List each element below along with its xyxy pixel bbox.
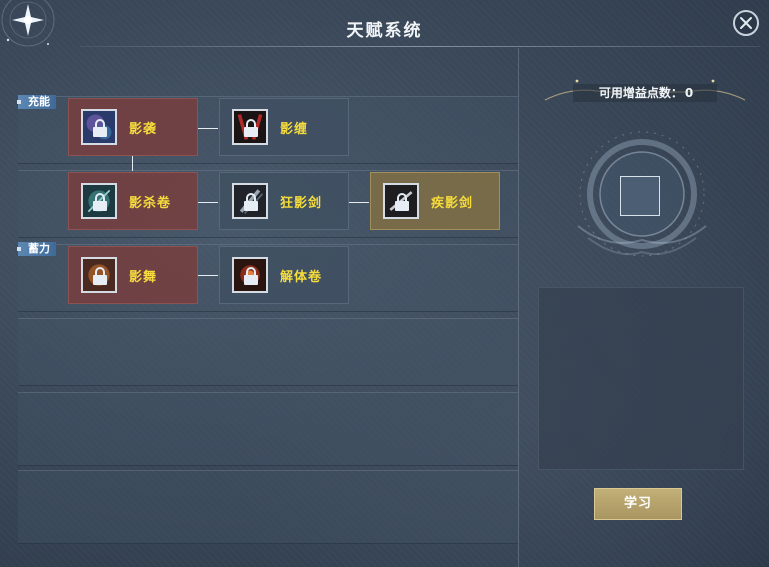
talent-icon [81,183,117,219]
selected-talent-slot [620,176,660,216]
talent-node-ying-wu[interactable]: 影舞 [68,246,198,304]
lock-icon [395,193,409,211]
panel-divider [518,48,519,567]
talent-node-jie-ti-juan[interactable]: 解体卷 [219,246,349,304]
talent-name: 疾影剑 [431,195,474,211]
talent-icon [81,109,117,145]
talent-name: 影袭 [129,121,158,137]
talent-name: 影舞 [129,269,158,285]
talent-connector [198,202,218,203]
available-points-label: 可用增益点数： [598,86,683,100]
empty-row-band [18,392,518,466]
talent-icon [232,109,268,145]
category-tag-charge-up: 蓄力 [17,242,56,256]
talent-connector [198,128,218,129]
talent-connector [132,155,133,171]
talent-name: 影杀卷 [129,195,172,211]
talent-connector [198,275,218,276]
talent-icon [81,257,117,293]
window-title: 天赋系统 [346,21,423,41]
lock-icon [93,267,107,285]
available-points-value: 0 [684,86,694,100]
talent-connector [349,202,369,203]
category-tag-charge: 充能 [17,95,56,109]
talent-node-ji-ying-jian[interactable]: 疾影剑 [370,172,500,230]
talent-icon [232,257,268,293]
empty-row-band [18,318,518,386]
title-divider [80,46,760,47]
talent-node-ying-sha-juan[interactable]: 影杀卷 [68,172,198,230]
talent-icon [232,183,268,219]
lock-icon [93,193,107,211]
talent-node-ying-xi[interactable]: 影袭 [68,98,198,156]
talent-description-panel [538,287,744,470]
talent-name: 影缠 [280,121,309,137]
lock-icon [244,193,258,211]
close-icon [740,17,752,29]
talent-node-ying-chan[interactable]: 影缠 [219,98,349,156]
talent-node-kuang-ying-jian[interactable]: 狂影剑 [219,172,349,230]
close-button[interactable] [733,10,759,36]
learn-button[interactable]: 学习 [594,488,682,520]
empty-row-band [18,470,518,544]
lock-icon [244,119,258,137]
available-points: 可用增益点数： 0 [543,84,747,101]
talent-icon [383,183,419,219]
lock-icon [244,267,258,285]
talent-name: 解体卷 [280,269,323,285]
talent-name: 狂影剑 [280,195,323,211]
lock-icon [93,119,107,137]
